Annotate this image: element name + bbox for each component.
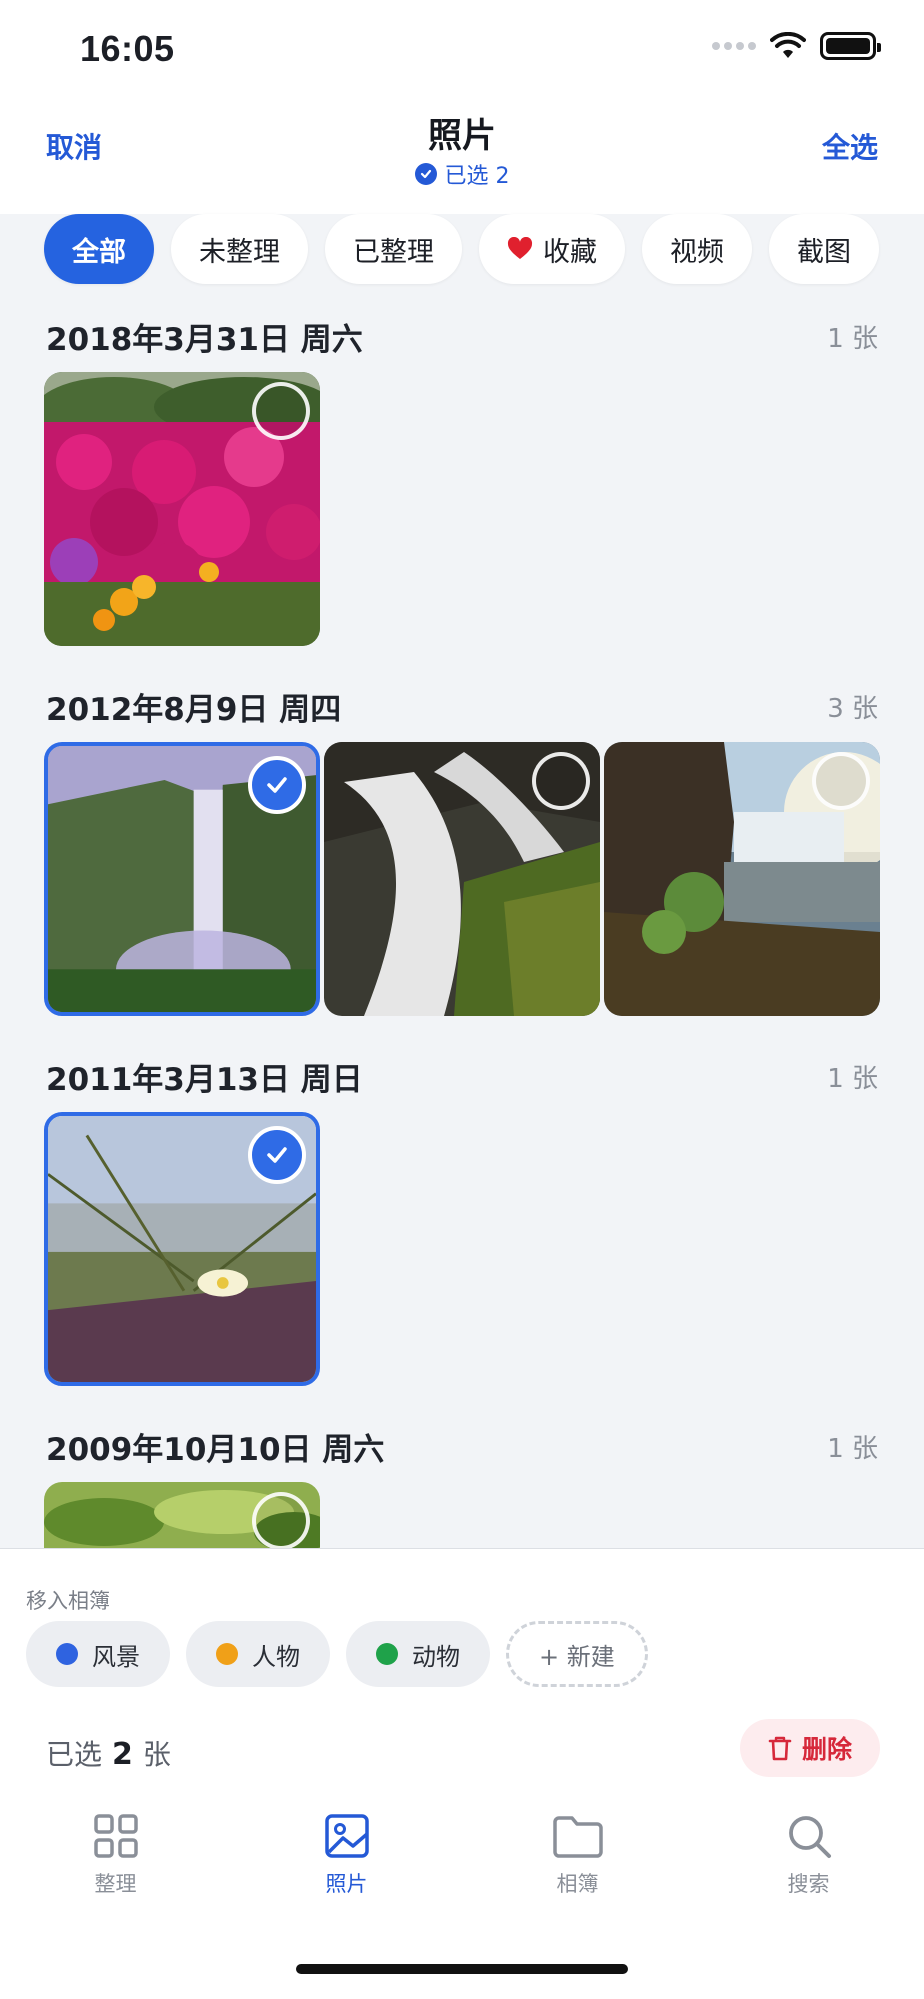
select-toggle[interactable] [248, 756, 306, 814]
filter-label: 视频 [670, 236, 724, 268]
section-count: 1 张 [827, 1064, 878, 1094]
filter-unsorted[interactable]: 未整理 [171, 214, 308, 284]
selected-indicator: 已选 2 [0, 158, 924, 190]
filter-label: 收藏 [543, 236, 597, 268]
photo-thumbnail[interactable] [44, 1482, 320, 1548]
filter-all[interactable]: 全部 [44, 214, 154, 284]
status-time: 16:05 [80, 28, 175, 69]
checkmark-icon [267, 1147, 287, 1163]
wifi-icon [770, 32, 806, 58]
album-people-button[interactable]: 人物 [186, 1621, 330, 1687]
album-color-dot [56, 1643, 78, 1665]
check-circle-icon [414, 163, 437, 185]
select-toggle[interactable] [532, 752, 590, 810]
section-date: 2018年3月31日 周六 [46, 322, 363, 358]
select-toggle[interactable] [812, 752, 870, 810]
select-toggle[interactable] [248, 1126, 306, 1184]
tab-albums[interactable]: 相簿 [462, 1812, 693, 1922]
photo-thumbnail[interactable] [604, 742, 880, 1016]
move-to-album-label: 移入相簿 [26, 1589, 110, 1613]
album-list: 风景 人物 动物 + 新建 [26, 1621, 648, 1687]
tab-organize[interactable]: 整理 [0, 1812, 231, 1922]
section-date: 2012年8月9日 周四 [46, 692, 342, 728]
selection-suffix: 张 [142, 1738, 171, 1771]
heart-icon [507, 237, 533, 259]
photo-thumbnail[interactable] [44, 742, 320, 1016]
section-count: 3 张 [827, 694, 878, 724]
search-icon [788, 1816, 831, 1858]
filter-videos[interactable]: 视频 [642, 214, 752, 284]
delete-label: 删除 [801, 1735, 852, 1764]
tab-label: 整理 [94, 1872, 137, 1896]
album-color-dot [376, 1643, 398, 1665]
bottom-action-panel: 移入相簿 风景 人物 动物 + 新建 已选 2 张 删除 [0, 1548, 924, 1999]
section-date: 2009年10月10日 周六 [46, 1432, 385, 1468]
checkmark-icon [267, 777, 287, 793]
selected-count-label: 已选 2 [444, 164, 510, 189]
selection-summary: 已选 2 张 [46, 1733, 171, 1773]
new-album-button[interactable]: + 新建 [506, 1621, 648, 1687]
filter-sorted[interactable]: 已整理 [325, 214, 462, 284]
select-toggle[interactable] [252, 382, 310, 440]
tab-label: 照片 [325, 1872, 368, 1896]
home-indicator [296, 1964, 628, 1974]
selection-prefix: 已选 [46, 1738, 103, 1771]
album-color-dot [216, 1643, 238, 1665]
tab-search[interactable]: 搜索 [693, 1812, 924, 1922]
select-toggle[interactable] [252, 1492, 310, 1548]
tab-label: 相簿 [556, 1872, 599, 1896]
image-icon [324, 1814, 369, 1858]
filter-label: 未整理 [199, 236, 280, 268]
photo-thumbnail[interactable] [44, 1112, 320, 1386]
select-all-button[interactable]: 全选 [822, 126, 878, 166]
page-title: 照片 [428, 116, 496, 156]
delete-button[interactable]: 删除 [739, 1719, 880, 1777]
filter-favorites[interactable]: 收藏 [479, 214, 625, 284]
trash-icon [768, 1736, 792, 1761]
section-count: 1 张 [827, 324, 878, 354]
nav-bar: 取消 照片 已选 2 全选 [0, 96, 924, 214]
filter-screenshots[interactable]: 截图 [769, 214, 879, 284]
tab-label: 搜索 [787, 1872, 830, 1896]
album-label: 人物 [252, 1642, 300, 1671]
section-date: 2011年3月13日 周日 [46, 1062, 363, 1098]
selection-count: 2 [112, 1737, 133, 1772]
album-label: 风景 [92, 1642, 140, 1671]
tab-photos[interactable]: 照片 [231, 1812, 462, 1922]
filter-label: 全部 [72, 236, 126, 268]
album-label: 动物 [412, 1642, 460, 1671]
filter-label: 截图 [797, 236, 851, 268]
status-icons [712, 32, 881, 60]
tab-bar: 整理 照片 相簿 搜索 [0, 1812, 924, 1922]
signal-dots-icon [712, 42, 756, 50]
photo-thumbnail[interactable] [44, 372, 320, 646]
album-landscape-button[interactable]: 风景 [26, 1621, 170, 1687]
battery-icon [820, 32, 881, 60]
status-bar: 16:05 [0, 0, 924, 96]
section-count: 1 张 [827, 1434, 878, 1464]
filter-bar: 全部 未整理 已整理 收藏 视频 截图 [44, 214, 879, 286]
filter-label: 已整理 [353, 236, 434, 268]
folder-icon [552, 1816, 603, 1858]
album-animals-button[interactable]: 动物 [346, 1621, 490, 1687]
grid-icon [93, 1814, 138, 1858]
photo-thumbnail[interactable] [324, 742, 600, 1016]
